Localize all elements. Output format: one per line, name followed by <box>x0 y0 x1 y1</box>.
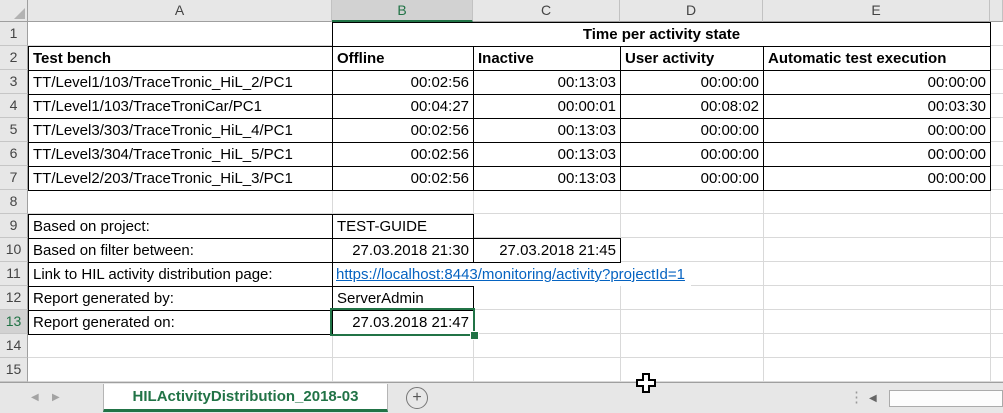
table-header-inactive[interactable]: Inactive <box>473 46 621 71</box>
table-cell[interactable]: 00:00:00 <box>620 118 764 143</box>
table-header-automatic-test-execution[interactable]: Automatic test execution <box>763 46 991 71</box>
banner-time-per-activity-state[interactable]: Time per activity state <box>332 22 991 47</box>
activity-page-link[interactable]: https://localhost:8443/monitoring/activi… <box>333 263 691 286</box>
select-all-icon <box>14 8 25 19</box>
label-report-generated-on[interactable]: Report generated on: <box>28 310 333 335</box>
column-header-d[interactable]: D <box>620 0 763 22</box>
hscroll-left-icon[interactable]: ◀ <box>869 392 877 406</box>
row-header-10[interactable]: 10 <box>0 238 28 262</box>
table-cell[interactable]: 00:00:00 <box>763 70 991 95</box>
row-header-14[interactable]: 14 <box>0 334 28 358</box>
row-header-11[interactable]: 11 <box>0 262 28 286</box>
row-header-8[interactable]: 8 <box>0 190 28 214</box>
column-header-e[interactable]: E <box>763 0 990 22</box>
selection-border <box>330 308 475 336</box>
select-all-button[interactable] <box>0 0 28 22</box>
prev-sheet-icon[interactable]: ◀ <box>31 391 39 405</box>
label-filter-between[interactable]: Based on filter between: <box>28 238 333 263</box>
row-header-3[interactable]: 3 <box>0 70 28 94</box>
table-cell[interactable]: 00:00:00 <box>620 166 764 191</box>
value-filter-to[interactable]: 27.03.2018 21:45 <box>473 238 621 263</box>
add-sheet-button[interactable]: + <box>406 387 428 409</box>
row-header-4[interactable]: 4 <box>0 94 28 118</box>
table-cell[interactable]: TT/Level1/103/TraceTroniCar/PC1 <box>28 94 333 119</box>
table-cell[interactable]: TT/Level3/304/TraceTronic_HiL_5/PC1 <box>28 142 333 167</box>
row-header-12[interactable]: 12 <box>0 286 28 310</box>
table-cell[interactable]: TT/Level1/103/TraceTronic_HiL_2/PC1 <box>28 70 333 95</box>
label-based-on-project[interactable]: Based on project: <box>28 214 333 239</box>
label-link-to-page[interactable]: Link to HIL activity distribution page: <box>28 262 333 287</box>
plus-icon: + <box>412 389 422 406</box>
row-header-1[interactable]: 1 <box>0 22 28 46</box>
row-header-7[interactable]: 7 <box>0 166 28 190</box>
row-header-5[interactable]: 5 <box>0 118 28 142</box>
table-header-test-bench[interactable]: Test bench <box>28 46 333 71</box>
excel-plus-cursor-icon <box>636 373 656 393</box>
table-cell[interactable]: 00:13:03 <box>473 70 621 95</box>
table-cell[interactable]: 00:02:56 <box>332 118 474 143</box>
tabbar-resize-dots-icon[interactable]: ⋮ <box>849 387 864 409</box>
table-cell[interactable]: 00:00:00 <box>620 70 764 95</box>
table-header-user-activity[interactable]: User activity <box>620 46 764 71</box>
value-filter-from[interactable]: 27.03.2018 21:30 <box>332 238 474 263</box>
next-sheet-icon[interactable]: ▶ <box>52 391 60 405</box>
table-cell[interactable]: 00:13:03 <box>473 142 621 167</box>
label-report-generated-by[interactable]: Report generated by: <box>28 286 333 311</box>
row-header-9[interactable]: 9 <box>0 214 28 238</box>
table-cell[interactable]: 00:00:01 <box>473 94 621 119</box>
table-cell[interactable]: TT/Level2/203/TraceTronic_HiL_3/PC1 <box>28 166 333 191</box>
column-header-c[interactable]: C <box>473 0 620 22</box>
column-header-a[interactable]: A <box>28 0 332 22</box>
row-header-13-selected[interactable]: 13 <box>0 310 28 334</box>
fill-handle[interactable] <box>470 331 479 340</box>
hscrollbar-thumb[interactable] <box>889 390 1003 407</box>
table-cell[interactable]: TT/Level3/303/TraceTronic_HiL_4/PC1 <box>28 118 333 143</box>
table-cell[interactable]: 00:00:00 <box>763 142 991 167</box>
sheet-tab-bar: ◀ ▶ HILActivityDistribution_2018-03 + ⋮ … <box>0 382 1003 413</box>
row-header-2[interactable]: 2 <box>0 46 28 70</box>
table-cell[interactable]: 00:02:56 <box>332 70 474 95</box>
column-header-b-selected[interactable]: B <box>332 0 473 22</box>
table-cell[interactable]: 00:00:00 <box>620 142 764 167</box>
value-project[interactable]: TEST-GUIDE <box>332 214 474 239</box>
table-cell[interactable]: 00:08:02 <box>620 94 764 119</box>
column-header-f-partial[interactable] <box>990 0 1003 22</box>
excel-spreadsheet-window: A B C D E 1 2 3 4 5 6 7 8 9 10 11 12 13 … <box>0 0 1003 413</box>
table-cell[interactable]: 00:04:27 <box>332 94 474 119</box>
table-cell[interactable]: 00:03:30 <box>763 94 991 119</box>
table-cell[interactable]: 00:02:56 <box>332 166 474 191</box>
table-cell[interactable]: 00:13:03 <box>473 118 621 143</box>
table-header-offline[interactable]: Offline <box>332 46 474 71</box>
table-cell[interactable]: 00:02:56 <box>332 142 474 167</box>
table-cell[interactable]: 00:00:00 <box>763 118 991 143</box>
table-cell[interactable]: 00:13:03 <box>473 166 621 191</box>
row-header-6[interactable]: 6 <box>0 142 28 166</box>
sheet-tab-active[interactable]: HILActivityDistribution_2018-03 <box>103 384 388 412</box>
table-cell[interactable]: 00:00:00 <box>763 166 991 191</box>
row-header-15[interactable]: 15 <box>0 358 28 382</box>
